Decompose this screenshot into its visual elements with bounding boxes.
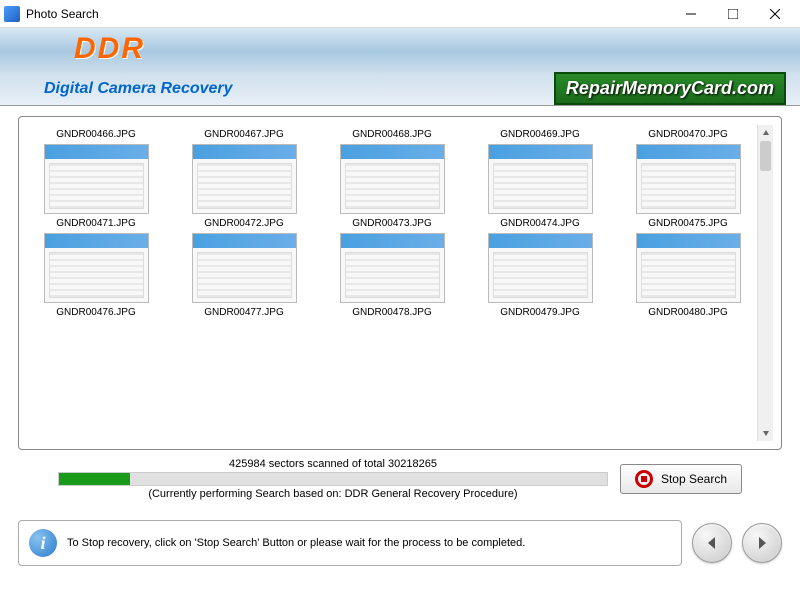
- progress-note: (Currently performing Search based on: D…: [58, 488, 608, 500]
- thumbnail-image: [340, 144, 445, 214]
- thumbnail-item[interactable]: GNDR00471.JPG: [27, 144, 165, 229]
- window-title: Photo Search: [26, 7, 670, 21]
- thumbnail-label: GNDR00478.JPG: [352, 307, 431, 318]
- thumbnail-label: GNDR00468.JPG: [352, 129, 431, 140]
- thumbnail-item[interactable]: GNDR00466.JPG: [27, 125, 165, 140]
- thumbnail-label: GNDR00476.JPG: [56, 307, 135, 318]
- thumbnail-item[interactable]: GNDR00467.JPG: [175, 125, 313, 140]
- footer: i To Stop recovery, click on 'Stop Searc…: [0, 514, 800, 572]
- stop-icon: [635, 470, 653, 488]
- thumbnail-item[interactable]: GNDR00480.JPG: [619, 233, 757, 318]
- forward-button[interactable]: [742, 523, 782, 563]
- header-banner: DDR Digital Camera Recovery RepairMemory…: [0, 28, 800, 106]
- thumbnail-image: [636, 144, 741, 214]
- thumbnail-label: GNDR00477.JPG: [204, 307, 283, 318]
- thumbnail-label: GNDR00479.JPG: [500, 307, 579, 318]
- thumbnail-item[interactable]: GNDR00478.JPG: [323, 233, 461, 318]
- thumbnail-label: GNDR00480.JPG: [648, 307, 727, 318]
- thumbnail-image: [488, 233, 593, 303]
- website-banner: RepairMemoryCard.com: [554, 72, 786, 105]
- progress-bar: [58, 472, 608, 486]
- maximize-button[interactable]: [712, 0, 754, 28]
- thumbnail-label: GNDR00475.JPG: [648, 218, 727, 229]
- thumbnail-grid: GNDR00466.JPG GNDR00467.JPG GNDR00468.JP…: [27, 125, 757, 318]
- thumbnail-item[interactable]: GNDR00469.JPG: [471, 125, 609, 140]
- progress-label: 425984 sectors scanned of total 30218265: [58, 458, 608, 470]
- back-button[interactable]: [692, 523, 732, 563]
- progress-fill: [59, 473, 130, 485]
- info-icon: i: [29, 529, 57, 557]
- thumbnail-item[interactable]: GNDR00476.JPG: [27, 233, 165, 318]
- gallery-frame: GNDR00466.JPG GNDR00467.JPG GNDR00468.JP…: [18, 116, 782, 450]
- thumbnail-label: GNDR00466.JPG: [56, 129, 135, 140]
- gallery-scrollbar[interactable]: [757, 125, 773, 441]
- app-icon: [4, 6, 20, 22]
- thumbnail-image: [44, 144, 149, 214]
- thumbnail-label: GNDR00467.JPG: [204, 129, 283, 140]
- thumbnail-item[interactable]: GNDR00470.JPG: [619, 125, 757, 140]
- progress-area: 425984 sectors scanned of total 30218265…: [18, 458, 782, 500]
- thumbnail-label: GNDR00470.JPG: [648, 129, 727, 140]
- thumbnail-item[interactable]: GNDR00468.JPG: [323, 125, 461, 140]
- titlebar: Photo Search: [0, 0, 800, 28]
- thumbnail-image: [192, 233, 297, 303]
- thumbnail-item[interactable]: GNDR00479.JPG: [471, 233, 609, 318]
- thumbnail-label: GNDR00472.JPG: [204, 218, 283, 229]
- thumbnail-image: [488, 144, 593, 214]
- stop-search-button[interactable]: Stop Search: [620, 464, 742, 494]
- thumbnail-label: GNDR00471.JPG: [56, 218, 135, 229]
- thumbnail-label: GNDR00474.JPG: [500, 218, 579, 229]
- thumbnail-image: [192, 144, 297, 214]
- scroll-down-icon[interactable]: [758, 425, 773, 441]
- thumbnail-image: [44, 233, 149, 303]
- thumbnail-item[interactable]: GNDR00473.JPG: [323, 144, 461, 229]
- thumbnail-label: GNDR00469.JPG: [500, 129, 579, 140]
- thumbnail-label: GNDR00473.JPG: [352, 218, 431, 229]
- scroll-thumb[interactable]: [760, 141, 771, 171]
- scroll-up-icon[interactable]: [758, 125, 773, 141]
- thumbnail-item[interactable]: GNDR00474.JPG: [471, 144, 609, 229]
- thumbnail-item[interactable]: GNDR00472.JPG: [175, 144, 313, 229]
- stop-button-label: Stop Search: [661, 472, 727, 486]
- thumbnail-image: [636, 233, 741, 303]
- thumbnail-item[interactable]: GNDR00477.JPG: [175, 233, 313, 318]
- minimize-button[interactable]: [670, 0, 712, 28]
- logo-text: DDR: [74, 32, 145, 66]
- thumbnail-item[interactable]: GNDR00475.JPG: [619, 144, 757, 229]
- info-text: To Stop recovery, click on 'Stop Search'…: [67, 537, 525, 549]
- close-button[interactable]: [754, 0, 796, 28]
- app-subtitle: Digital Camera Recovery: [44, 80, 233, 98]
- info-bar: i To Stop recovery, click on 'Stop Searc…: [18, 520, 682, 566]
- thumbnail-image: [340, 233, 445, 303]
